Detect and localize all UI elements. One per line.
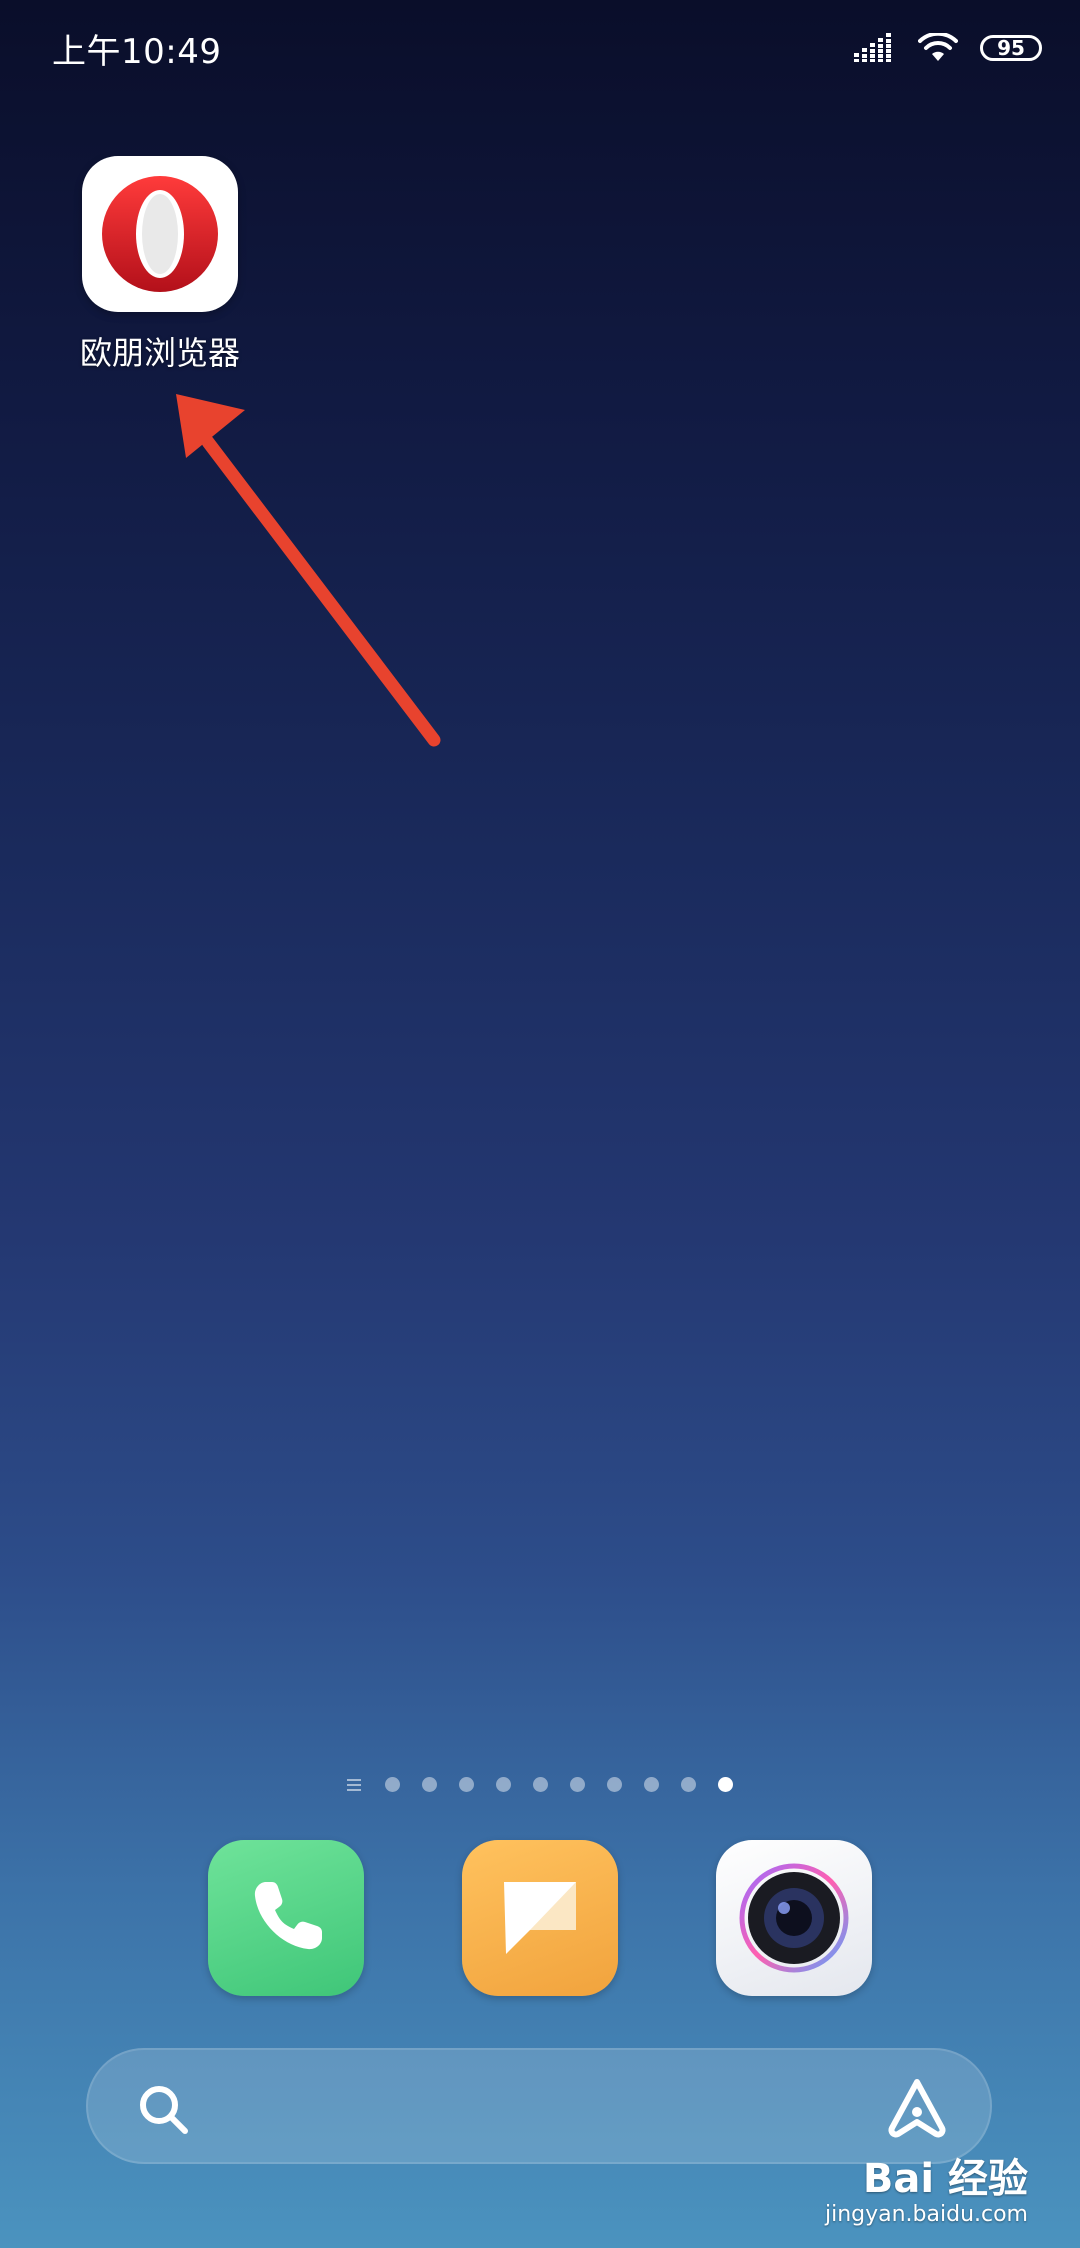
app-opera-browser[interactable]: 欧朋浏览器 [68,156,252,374]
camera-icon [739,1863,849,1973]
camera-app[interactable] [716,1840,872,1996]
page-indicator [0,1777,1080,1792]
messages-app[interactable] [462,1840,618,1996]
assistant-icon[interactable] [884,2076,950,2140]
page-dot[interactable] [422,1777,437,1792]
page-dot[interactable] [681,1777,696,1792]
list-icon[interactable] [347,1778,361,1791]
watermark-logo: Bai 经验 [862,2156,1028,2202]
page-dot-active[interactable] [718,1777,733,1792]
dock [0,1840,1080,1996]
phone-icon [254,1882,322,1950]
battery-level: 95 [997,36,1025,60]
baidu-jingyan-watermark: Bai 经验 jingyan.baidu.com [824,2146,1028,2242]
opera-browser-icon[interactable] [82,156,238,312]
page-dot[interactable] [644,1777,659,1792]
page-dot[interactable] [496,1777,511,1792]
messages-icon [504,1882,576,1954]
signal-icon [854,33,896,63]
page-dot[interactable] [533,1777,548,1792]
status-icons: 95 [854,28,1042,68]
search-icon[interactable] [136,2082,192,2138]
page-dot[interactable] [385,1777,400,1792]
app-label: 欧朋浏览器 [79,334,240,372]
battery-icon: 95 [980,35,1042,61]
page-dot[interactable] [607,1777,622,1792]
status-time: 上午10:49 [52,32,222,72]
page-dot[interactable] [570,1777,585,1792]
watermark-url: jingyan.baidu.com [824,2202,1028,2227]
phone-app[interactable] [208,1840,364,1996]
status-bar: 上午10:49 95 [0,0,1080,96]
wifi-icon [918,33,958,63]
page-dot[interactable] [459,1777,474,1792]
